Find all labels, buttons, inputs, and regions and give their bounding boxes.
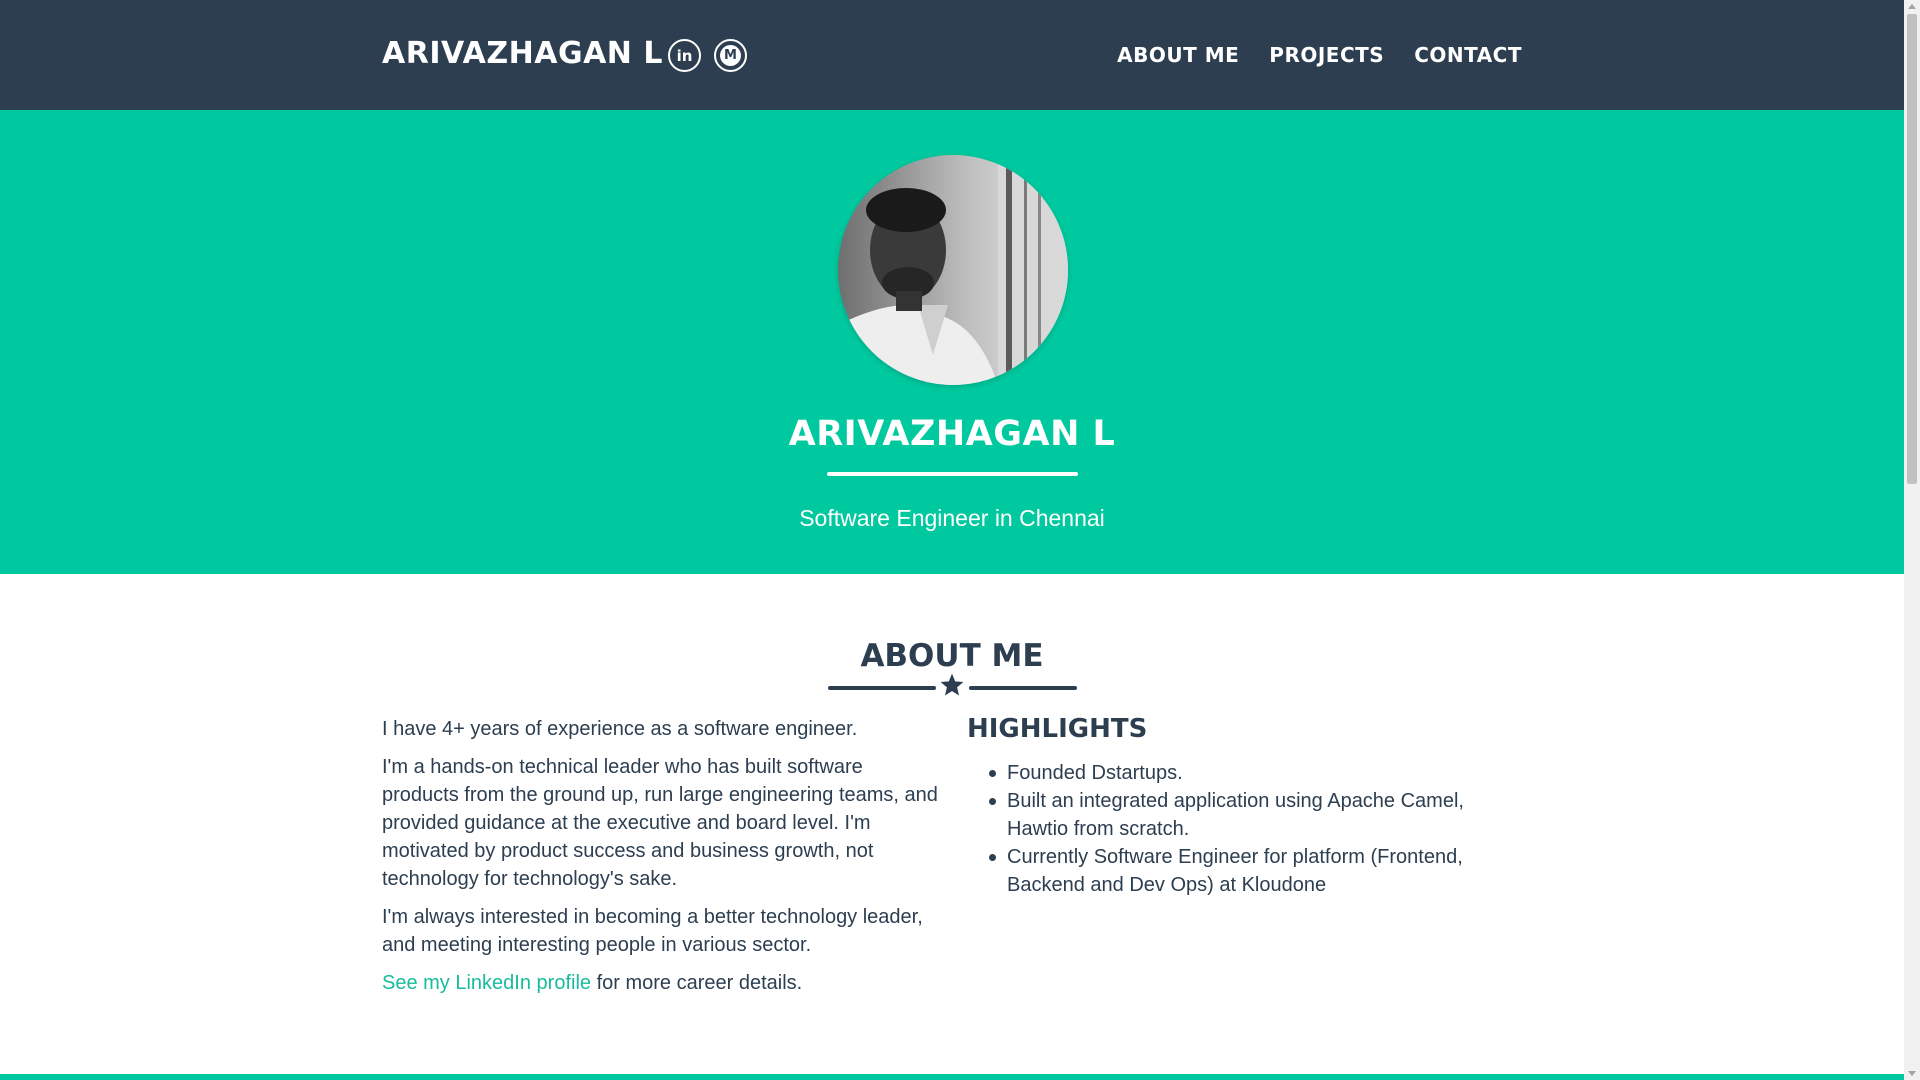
divider-line-left — [828, 686, 936, 690]
list-item: Founded Dstartups. — [967, 759, 1523, 787]
scroll-down-icon[interactable] — [1908, 1071, 1916, 1076]
linkedin-paragraph: See my LinkedIn profile for more career … — [382, 969, 938, 997]
about-paragraph: I have 4+ years of experience as a softw… — [382, 718, 858, 740]
highlights-heading: HIGHLIGHTS — [967, 714, 1148, 744]
medium-icon[interactable]: M — [714, 39, 747, 72]
medium-glyph: M — [720, 45, 741, 66]
next-section-edge — [0, 1074, 1904, 1080]
highlights-column: HIGHLIGHTS Founded Dstartups. Built an i… — [967, 711, 1523, 899]
bullet-icon — [989, 854, 996, 861]
star-icon — [940, 673, 964, 696]
scrollbar-thumb[interactable] — [1907, 14, 1917, 484]
nav-links: ABOUT ME PROJECTS CONTACT — [1117, 42, 1522, 68]
masthead-name: ARIVAZHAGAN L — [788, 414, 1116, 454]
linkedin-suffix: for more career details. — [591, 972, 803, 994]
highlight-text: Built an integrated application using Ap… — [1007, 790, 1464, 840]
masthead-divider — [827, 472, 1078, 476]
brand-link[interactable]: ARIVAZHAGAN L — [382, 36, 663, 72]
masthead-subtitle: Software Engineer in Chennai — [799, 505, 1105, 531]
list-item: Currently Software Engineer for platform… — [967, 843, 1523, 899]
about-text-column: I have 4+ years of experience as a softw… — [382, 715, 938, 1007]
highlight-text: Founded Dstartups. — [1007, 762, 1183, 784]
highlights-list: Founded Dstartups. Built an integrated a… — [967, 759, 1523, 899]
about-paragraph: I'm always interested in becoming a bett… — [382, 906, 923, 956]
masthead: ARIVAZHAGAN L Software Engineer in Chenn… — [0, 110, 1904, 574]
about-heading: ABOUT ME — [860, 638, 1044, 674]
page: ARIVAZHAGAN L in M ABOUT ME PROJECTS CON… — [0, 0, 1904, 1080]
highlight-text: Currently Software Engineer for platform… — [1007, 846, 1463, 896]
about-paragraph: I'm a hands-on technical leader who has … — [382, 756, 938, 890]
linkedin-icon[interactable]: in — [668, 39, 701, 72]
avatar — [838, 155, 1068, 385]
bullet-icon — [989, 798, 996, 805]
linkedin-glyph: in — [676, 46, 693, 65]
divider-line-right — [969, 686, 1077, 690]
nav-link-projects[interactable]: PROJECTS — [1269, 42, 1384, 68]
scrollbar[interactable] — [1904, 0, 1920, 1080]
nav-link-contact[interactable]: CONTACT — [1414, 42, 1522, 68]
linkedin-profile-link[interactable]: See my LinkedIn profile — [382, 972, 591, 994]
navbar: ARIVAZHAGAN L in M ABOUT ME PROJECTS CON… — [0, 0, 1904, 110]
scroll-up-icon[interactable] — [1908, 4, 1916, 9]
nav-link-about-me[interactable]: ABOUT ME — [1117, 42, 1239, 68]
bullet-icon — [989, 770, 996, 777]
list-item: Built an integrated application using Ap… — [967, 787, 1523, 843]
